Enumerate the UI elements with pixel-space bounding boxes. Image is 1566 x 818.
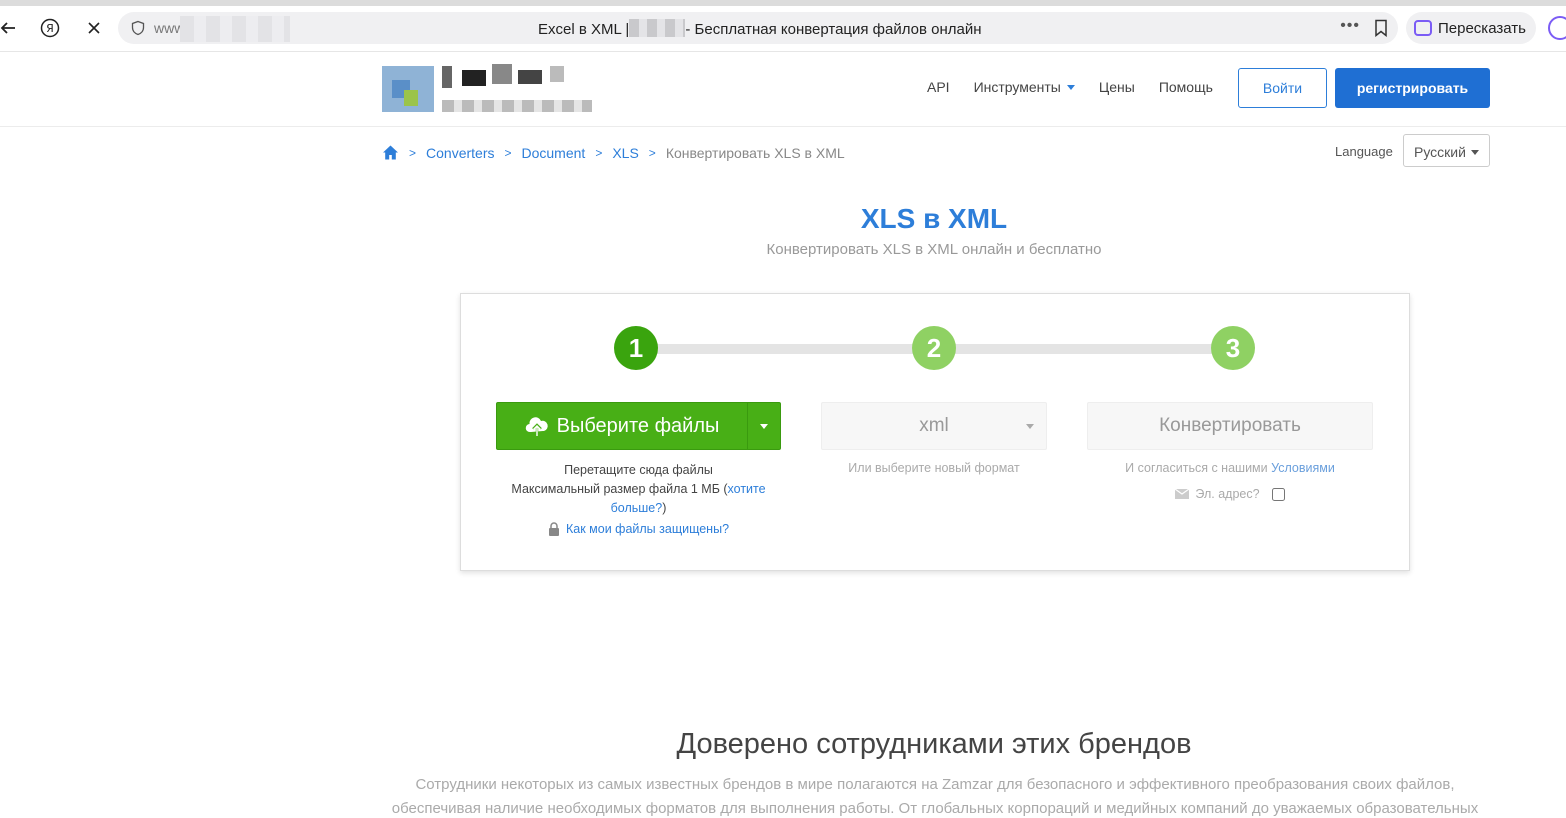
convert-button[interactable]: Конвертировать (1087, 402, 1373, 450)
browser-toolbar: Я www Excel в XML | - Бесплатная конверта… (0, 0, 1566, 52)
format-hint: Или выберите новый формат (848, 461, 1020, 475)
language-selected: Русский (1414, 144, 1466, 160)
yandex-logo-icon: Я (40, 18, 60, 38)
nav-api[interactable]: API (927, 79, 950, 95)
terms-prefix: И согласиться с нашими (1125, 461, 1272, 475)
more-dots-icon[interactable]: ••• (1340, 17, 1360, 35)
back-button[interactable] (0, 14, 22, 42)
breadcrumb: > Converters > Document > XLS > Конверти… (382, 144, 845, 161)
nav-tools-label: Инструменты (973, 79, 1061, 95)
breadcrumb-separator: > (648, 145, 656, 160)
nav-tools[interactable]: Инструменты (974, 79, 1075, 95)
format-select[interactable]: xml (821, 402, 1047, 450)
tab-title-left: Excel в XML | (538, 21, 630, 38)
stop-button[interactable] (80, 14, 108, 42)
max-size-suffix: ) (662, 501, 667, 515)
security-link[interactable]: Как мои файлы защищены? (496, 522, 781, 536)
format-value: xml (919, 415, 949, 436)
redacted-title (629, 19, 686, 37)
main-nav: API Инструменты Цены Помощь (927, 79, 1213, 95)
trusted-title: Доверено сотрудниками этих брендов (676, 728, 1192, 760)
trusted-text: Сотрудники некоторых из самых известных … (391, 776, 1479, 817)
chevron-down-icon (1026, 424, 1034, 429)
envelope-icon (1175, 489, 1190, 499)
retell-icon (1414, 20, 1432, 36)
choose-files-dropdown[interactable] (747, 403, 780, 449)
upload-help: Перетащите сюда файлы Максимальный разме… (496, 461, 781, 518)
shield-icon (131, 20, 145, 36)
retell-button[interactable]: Пересказать (1406, 12, 1536, 44)
tab-title-right: - Бесплатная конвертация файлов онлайн (685, 21, 982, 38)
choose-files-main[interactable]: Выберите файлы (497, 403, 747, 449)
breadcrumb-separator: > (409, 145, 417, 160)
nav-help[interactable]: Помощь (1159, 79, 1213, 95)
cloud-upload-icon (525, 417, 548, 436)
step-3: 3 (1211, 326, 1255, 370)
alice-icon[interactable] (1548, 16, 1566, 40)
address-bar[interactable]: www Excel в XML | - Бесплатная конвертаци… (118, 12, 1398, 44)
email-checkbox[interactable] (1271, 487, 1285, 501)
drop-hint: Перетащите сюда файлы (564, 463, 713, 477)
nav-prices[interactable]: Цены (1099, 79, 1135, 95)
lock-icon (548, 522, 559, 536)
terms-link[interactable]: Условиями (1271, 461, 1335, 475)
page-title: XLS в XML (860, 203, 1008, 234)
redacted-url (180, 16, 290, 42)
choose-files-button[interactable]: Выберите файлы (496, 402, 781, 450)
yandex-button[interactable]: Я (36, 14, 64, 42)
breadcrumb-current: Конвертировать XLS в XML (665, 144, 845, 161)
step-2: 2 (912, 326, 956, 370)
page-subtitle: Конвертировать XLS в XML онлайн и беспла… (766, 241, 1102, 258)
page-title-in-omnibox: Excel в XML | - Бесплатная конвертация фа… (538, 19, 982, 38)
converter-panel: 1 2 3 Выберите файлы Перетащите сюда фай… (460, 293, 1410, 571)
language-label: Language (1335, 144, 1393, 159)
svg-text:Я: Я (46, 22, 54, 35)
email-option: Эл. адрес? (1087, 487, 1373, 501)
max-size-prefix: Максимальный размер файла 1 МБ ( (511, 482, 728, 496)
email-label: Эл. адрес? (1195, 487, 1260, 501)
bookmark-icon[interactable] (1374, 19, 1388, 37)
breadcrumb-separator: > (595, 145, 603, 160)
step-1: 1 (614, 326, 658, 370)
max-size-text: Максимальный размер файла 1 МБ (хотите б… (496, 480, 781, 518)
arrow-left-icon (0, 22, 15, 34)
breadcrumb-converters[interactable]: Converters (426, 145, 494, 161)
choose-files-label: Выберите файлы (556, 414, 720, 437)
close-icon (88, 22, 100, 34)
tab-strip (0, 0, 1566, 6)
site-logo[interactable] (382, 60, 594, 116)
retell-label: Пересказать (1438, 19, 1526, 37)
chevron-down-icon (1471, 150, 1479, 155)
terms-text: И согласиться с нашими Условиями (1087, 461, 1373, 475)
language-select[interactable]: Русский (1403, 134, 1490, 167)
chevron-down-icon (760, 423, 768, 429)
login-button[interactable]: Войти (1238, 68, 1327, 108)
breadcrumb-xls[interactable]: XLS (612, 145, 638, 161)
register-button[interactable]: регистрировать (1335, 68, 1490, 108)
home-icon[interactable] (382, 144, 399, 161)
breadcrumb-document[interactable]: Document (522, 145, 586, 161)
site-header: API Инструменты Цены Помощь Войти регист… (0, 52, 1566, 127)
security-link-label: Как мои файлы защищены? (565, 522, 730, 536)
chevron-down-icon (1066, 84, 1075, 90)
breadcrumb-separator: > (504, 145, 512, 160)
